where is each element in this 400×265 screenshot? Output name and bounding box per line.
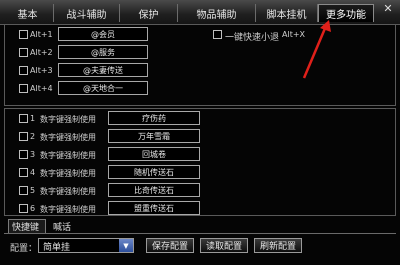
numkey-desc: 数字键强制使用 [40, 169, 96, 178]
hotkey-checkbox-3[interactable] [19, 66, 28, 75]
numkey-item-field[interactable]: 比奇传送石 [108, 183, 200, 197]
hotkey-checkbox-2[interactable] [19, 48, 28, 57]
hotkey-value-field[interactable]: @夫妻传送 [58, 63, 148, 77]
numkey-checkbox-2[interactable] [19, 132, 28, 141]
numkey-desc: 数字键强制使用 [40, 133, 96, 142]
quick-exit-checkbox[interactable] [213, 30, 222, 39]
tab-protect[interactable]: 保护 [120, 4, 178, 22]
hotkey-key-label: Alt+3 [30, 66, 53, 75]
numkey-checkbox-6[interactable] [19, 204, 28, 213]
numkey-item-field[interactable]: 万年雪霜 [108, 129, 200, 143]
config-selected-value: 简单挂 [43, 243, 71, 253]
numkey-desc: 数字键强制使用 [40, 115, 96, 124]
refresh-config-button[interactable]: 刷新配置 [254, 238, 302, 253]
numkey-item-field[interactable]: 盟重传送石 [108, 201, 200, 215]
bottom-tab-divider [4, 233, 396, 234]
numkey-number: 3 [30, 150, 36, 159]
numkey-checkbox-5[interactable] [19, 186, 28, 195]
quick-exit-label: 一键快速小退 [225, 33, 280, 43]
hotkey-value-field[interactable]: @会员 [58, 27, 148, 41]
close-icon[interactable]: ✕ [382, 2, 394, 15]
numkey-number: 5 [30, 186, 36, 195]
numkey-desc: 数字键强制使用 [40, 187, 96, 196]
numkey-number: 6 [30, 204, 36, 213]
hotkey-key-label: Alt+4 [30, 84, 53, 93]
save-config-button[interactable]: 保存配置 [146, 238, 194, 253]
numkey-item-field[interactable]: 疗伤药 [108, 111, 200, 125]
numkey-item-field[interactable]: 回城卷 [108, 147, 200, 161]
numkey-number: 1 [30, 114, 36, 123]
numkey-checkbox-4[interactable] [19, 168, 28, 177]
hotkey-value-field[interactable]: @天地合一 [58, 81, 148, 95]
hotkey-key-label: Alt+2 [30, 48, 53, 57]
settings-window: 基本 战斗辅助 保护 物品辅助 脚本挂机 更多功能 ✕ Alt+1 @会员 Al… [0, 0, 400, 265]
hotkey-key-label: Alt+1 [30, 30, 53, 39]
hotkey-checkbox-1[interactable] [19, 30, 28, 39]
chevron-down-icon[interactable]: ▼ [119, 239, 133, 252]
numkey-desc: 数字键强制使用 [40, 151, 96, 160]
tab-shout[interactable]: 喊话 [50, 219, 80, 233]
read-config-button[interactable]: 读取配置 [200, 238, 248, 253]
tab-bar: 基本 战斗辅助 保护 物品辅助 脚本挂机 更多功能 ✕ [0, 0, 400, 25]
config-select[interactable]: 简单挂 ▼ [38, 238, 134, 253]
numkey-checkbox-1[interactable] [19, 114, 28, 123]
tab-items[interactable]: 物品辅助 [178, 4, 256, 22]
red-arrow-annotation [302, 20, 331, 79]
config-label: 配置： [10, 244, 38, 254]
numkey-number: 2 [30, 132, 36, 141]
tab-combat[interactable]: 战斗辅助 [54, 4, 120, 22]
numkey-item-field[interactable]: 随机传送石 [108, 165, 200, 179]
numkey-number: 4 [30, 168, 36, 177]
hotkey-value-field[interactable]: @服务 [58, 45, 148, 59]
hotkey-checkbox-4[interactable] [19, 84, 28, 93]
numkey-checkbox-3[interactable] [19, 150, 28, 159]
tab-basic[interactable]: 基本 [2, 4, 54, 22]
numkey-desc: 数字键强制使用 [40, 205, 96, 214]
tab-hotkeys[interactable]: 快捷键 [8, 219, 46, 233]
